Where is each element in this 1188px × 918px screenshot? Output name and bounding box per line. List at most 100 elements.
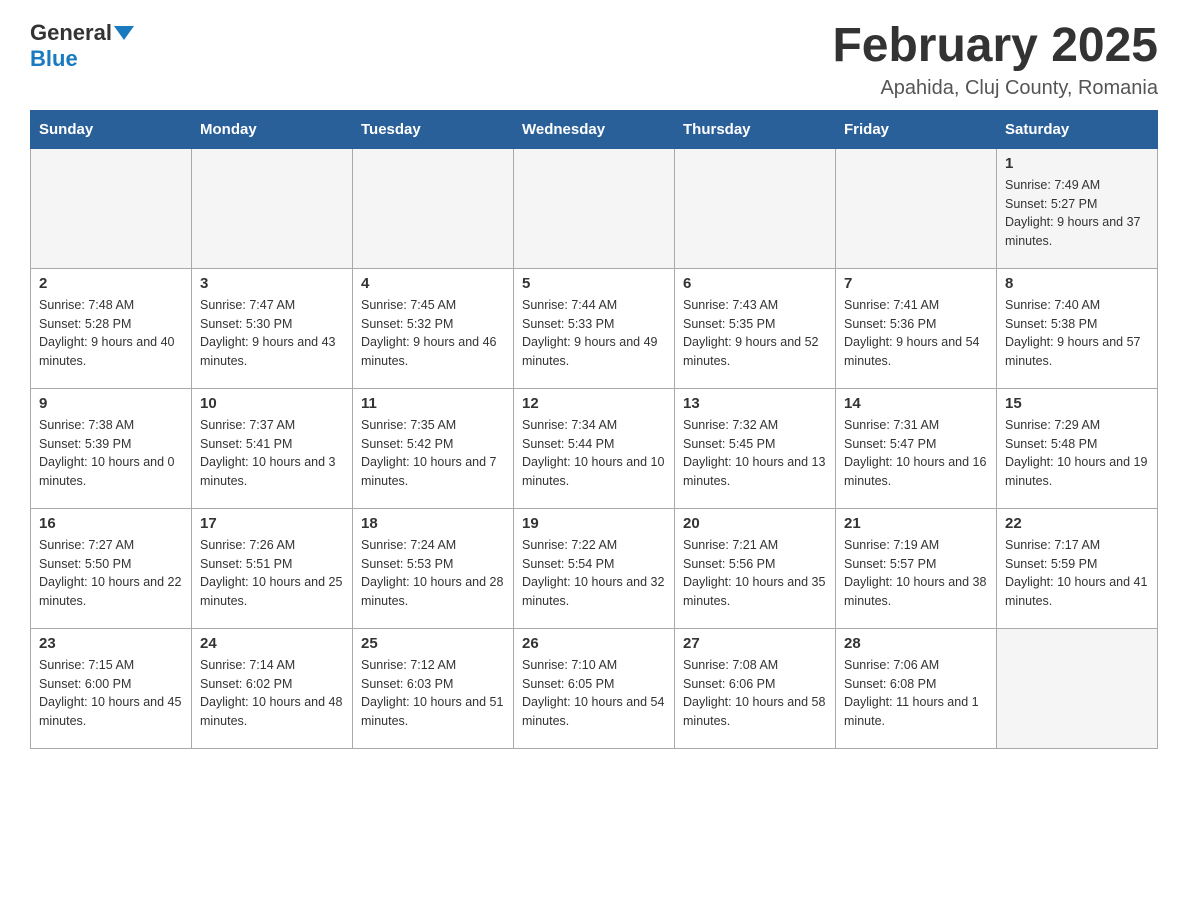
day-info: Sunrise: 7:43 AMSunset: 5:35 PMDaylight:… [683, 296, 827, 371]
day-number: 14 [844, 395, 988, 412]
day-number: 9 [39, 395, 183, 412]
day-info: Sunrise: 7:24 AMSunset: 5:53 PMDaylight:… [361, 536, 505, 611]
day-info: Sunrise: 7:49 AMSunset: 5:27 PMDaylight:… [1005, 176, 1149, 251]
table-row: 1 Sunrise: 7:49 AMSunset: 5:27 PMDaylight… [997, 148, 1158, 268]
col-wednesday: Wednesday [514, 110, 675, 148]
day-info: Sunrise: 7:41 AMSunset: 5:36 PMDaylight:… [844, 296, 988, 371]
table-row [675, 148, 836, 268]
day-info: Sunrise: 7:35 AMSunset: 5:42 PMDaylight:… [361, 416, 505, 491]
day-number: 5 [522, 275, 666, 292]
table-row: 26 Sunrise: 7:10 AMSunset: 6:05 PMDayligh… [514, 628, 675, 748]
table-row [997, 628, 1158, 748]
table-row: 18 Sunrise: 7:24 AMSunset: 5:53 PMDayligh… [353, 508, 514, 628]
col-saturday: Saturday [997, 110, 1158, 148]
logo-blue-text: Blue [30, 46, 78, 72]
day-info: Sunrise: 7:08 AMSunset: 6:06 PMDaylight:… [683, 656, 827, 731]
day-info: Sunrise: 7:31 AMSunset: 5:47 PMDaylight:… [844, 416, 988, 491]
col-tuesday: Tuesday [353, 110, 514, 148]
day-number: 24 [200, 635, 344, 652]
table-row: 20Sunrise: 7:21 AMSunset: 5:56 PMDayligh… [675, 508, 836, 628]
day-number: 15 [1005, 395, 1149, 412]
day-info: Sunrise: 7:47 AMSunset: 5:30 PMDaylight:… [200, 296, 344, 371]
table-row: 5 Sunrise: 7:44 AMSunset: 5:33 PMDaylight… [514, 268, 675, 388]
table-row [192, 148, 353, 268]
table-row: 12 Sunrise: 7:34 AMSunset: 5:44 PMDayligh… [514, 388, 675, 508]
day-number: 27 [683, 635, 827, 652]
day-info: Sunrise: 7:38 AMSunset: 5:39 PMDaylight:… [39, 416, 183, 491]
table-row: 22 Sunrise: 7:17 AMSunset: 5:59 PMDayligh… [997, 508, 1158, 628]
day-number: 2 [39, 275, 183, 292]
day-number: 3 [200, 275, 344, 292]
day-number: 6 [683, 275, 827, 292]
day-number: 25 [361, 635, 505, 652]
table-row: 19 Sunrise: 7:22 AMSunset: 5:54 PMDayligh… [514, 508, 675, 628]
table-row: 23 Sunrise: 7:15 AMSunset: 6:00 PMDayligh… [31, 628, 192, 748]
table-row: 21 Sunrise: 7:19 AMSunset: 5:57 PMDayligh… [836, 508, 997, 628]
col-sunday: Sunday [31, 110, 192, 148]
day-number: 13 [683, 395, 827, 412]
day-info: Sunrise: 7:45 AMSunset: 5:32 PMDaylight:… [361, 296, 505, 371]
day-info: Sunrise: 7:34 AMSunset: 5:44 PMDaylight:… [522, 416, 666, 491]
table-row: 4 Sunrise: 7:45 AMSunset: 5:32 PMDaylight… [353, 268, 514, 388]
day-info: Sunrise: 7:10 AMSunset: 6:05 PMDaylight:… [522, 656, 666, 731]
day-number: 8 [1005, 275, 1149, 292]
table-row [353, 148, 514, 268]
day-number: 22 [1005, 515, 1149, 532]
table-row: 10 Sunrise: 7:37 AMSunset: 5:41 PMDayligh… [192, 388, 353, 508]
day-number: 23 [39, 635, 183, 652]
table-row: 16 Sunrise: 7:27 AMSunset: 5:50 PMDayligh… [31, 508, 192, 628]
day-number: 11 [361, 395, 505, 412]
day-number: 16 [39, 515, 183, 532]
day-number: 26 [522, 635, 666, 652]
table-row: 14 Sunrise: 7:31 AMSunset: 5:47 PMDayligh… [836, 388, 997, 508]
table-row: 24 Sunrise: 7:14 AMSunset: 6:02 PMDayligh… [192, 628, 353, 748]
table-row: 11 Sunrise: 7:35 AMSunset: 5:42 PMDayligh… [353, 388, 514, 508]
table-row: 25 Sunrise: 7:12 AMSunset: 6:03 PMDayligh… [353, 628, 514, 748]
calendar-table: Sunday Monday Tuesday Wednesday Thursday… [30, 110, 1158, 749]
day-number: 21 [844, 515, 988, 532]
day-number: 4 [361, 275, 505, 292]
day-number: 19 [522, 515, 666, 532]
table-row [836, 148, 997, 268]
table-row [31, 148, 192, 268]
calendar-title: February 2025 [832, 20, 1158, 73]
day-number: 7 [844, 275, 988, 292]
day-info: Sunrise: 7:12 AMSunset: 6:03 PMDaylight:… [361, 656, 505, 731]
table-row: 2Sunrise: 7:48 AMSunset: 5:28 PMDaylight… [31, 268, 192, 388]
calendar-subtitle: Apahida, Cluj County, Romania [832, 77, 1158, 100]
day-info: Sunrise: 7:19 AMSunset: 5:57 PMDaylight:… [844, 536, 988, 611]
day-info: Sunrise: 7:40 AMSunset: 5:38 PMDaylight:… [1005, 296, 1149, 371]
day-info: Sunrise: 7:22 AMSunset: 5:54 PMDaylight:… [522, 536, 666, 611]
day-info: Sunrise: 7:44 AMSunset: 5:33 PMDaylight:… [522, 296, 666, 371]
table-row [514, 148, 675, 268]
calendar-row: 23 Sunrise: 7:15 AMSunset: 6:00 PMDayligh… [31, 628, 1158, 748]
day-info: Sunrise: 7:06 AMSunset: 6:08 PMDaylight:… [844, 656, 988, 731]
col-monday: Monday [192, 110, 353, 148]
table-row: 13 Sunrise: 7:32 AMSunset: 5:45 PMDayligh… [675, 388, 836, 508]
title-block: February 2025 Apahida, Cluj County, Roma… [832, 20, 1158, 100]
day-info: Sunrise: 7:14 AMSunset: 6:02 PMDaylight:… [200, 656, 344, 731]
day-info: Sunrise: 7:29 AMSunset: 5:48 PMDaylight:… [1005, 416, 1149, 491]
day-info: Sunrise: 7:26 AMSunset: 5:51 PMDaylight:… [200, 536, 344, 611]
table-row: 7 Sunrise: 7:41 AMSunset: 5:36 PMDaylight… [836, 268, 997, 388]
day-info: Sunrise: 7:17 AMSunset: 5:59 PMDaylight:… [1005, 536, 1149, 611]
calendar-row: 2Sunrise: 7:48 AMSunset: 5:28 PMDaylight… [31, 268, 1158, 388]
day-info: Sunrise: 7:15 AMSunset: 6:00 PMDaylight:… [39, 656, 183, 731]
day-info: Sunrise: 7:37 AMSunset: 5:41 PMDaylight:… [200, 416, 344, 491]
logo-general-text: General [30, 20, 112, 46]
logo-triangle-icon [114, 26, 134, 40]
day-number: 18 [361, 515, 505, 532]
page-header: General Blue February 2025 Apahida, Cluj… [30, 20, 1158, 100]
day-number: 28 [844, 635, 988, 652]
table-row: 3 Sunrise: 7:47 AMSunset: 5:30 PMDaylight… [192, 268, 353, 388]
day-info: Sunrise: 7:27 AMSunset: 5:50 PMDaylight:… [39, 536, 183, 611]
calendar-header-row: Sunday Monday Tuesday Wednesday Thursday… [31, 110, 1158, 148]
day-number: 12 [522, 395, 666, 412]
col-thursday: Thursday [675, 110, 836, 148]
day-number: 17 [200, 515, 344, 532]
day-number: 1 [1005, 155, 1149, 172]
day-info: Sunrise: 7:32 AMSunset: 5:45 PMDaylight:… [683, 416, 827, 491]
day-number: 10 [200, 395, 344, 412]
calendar-row: 16 Sunrise: 7:27 AMSunset: 5:50 PMDayligh… [31, 508, 1158, 628]
col-friday: Friday [836, 110, 997, 148]
